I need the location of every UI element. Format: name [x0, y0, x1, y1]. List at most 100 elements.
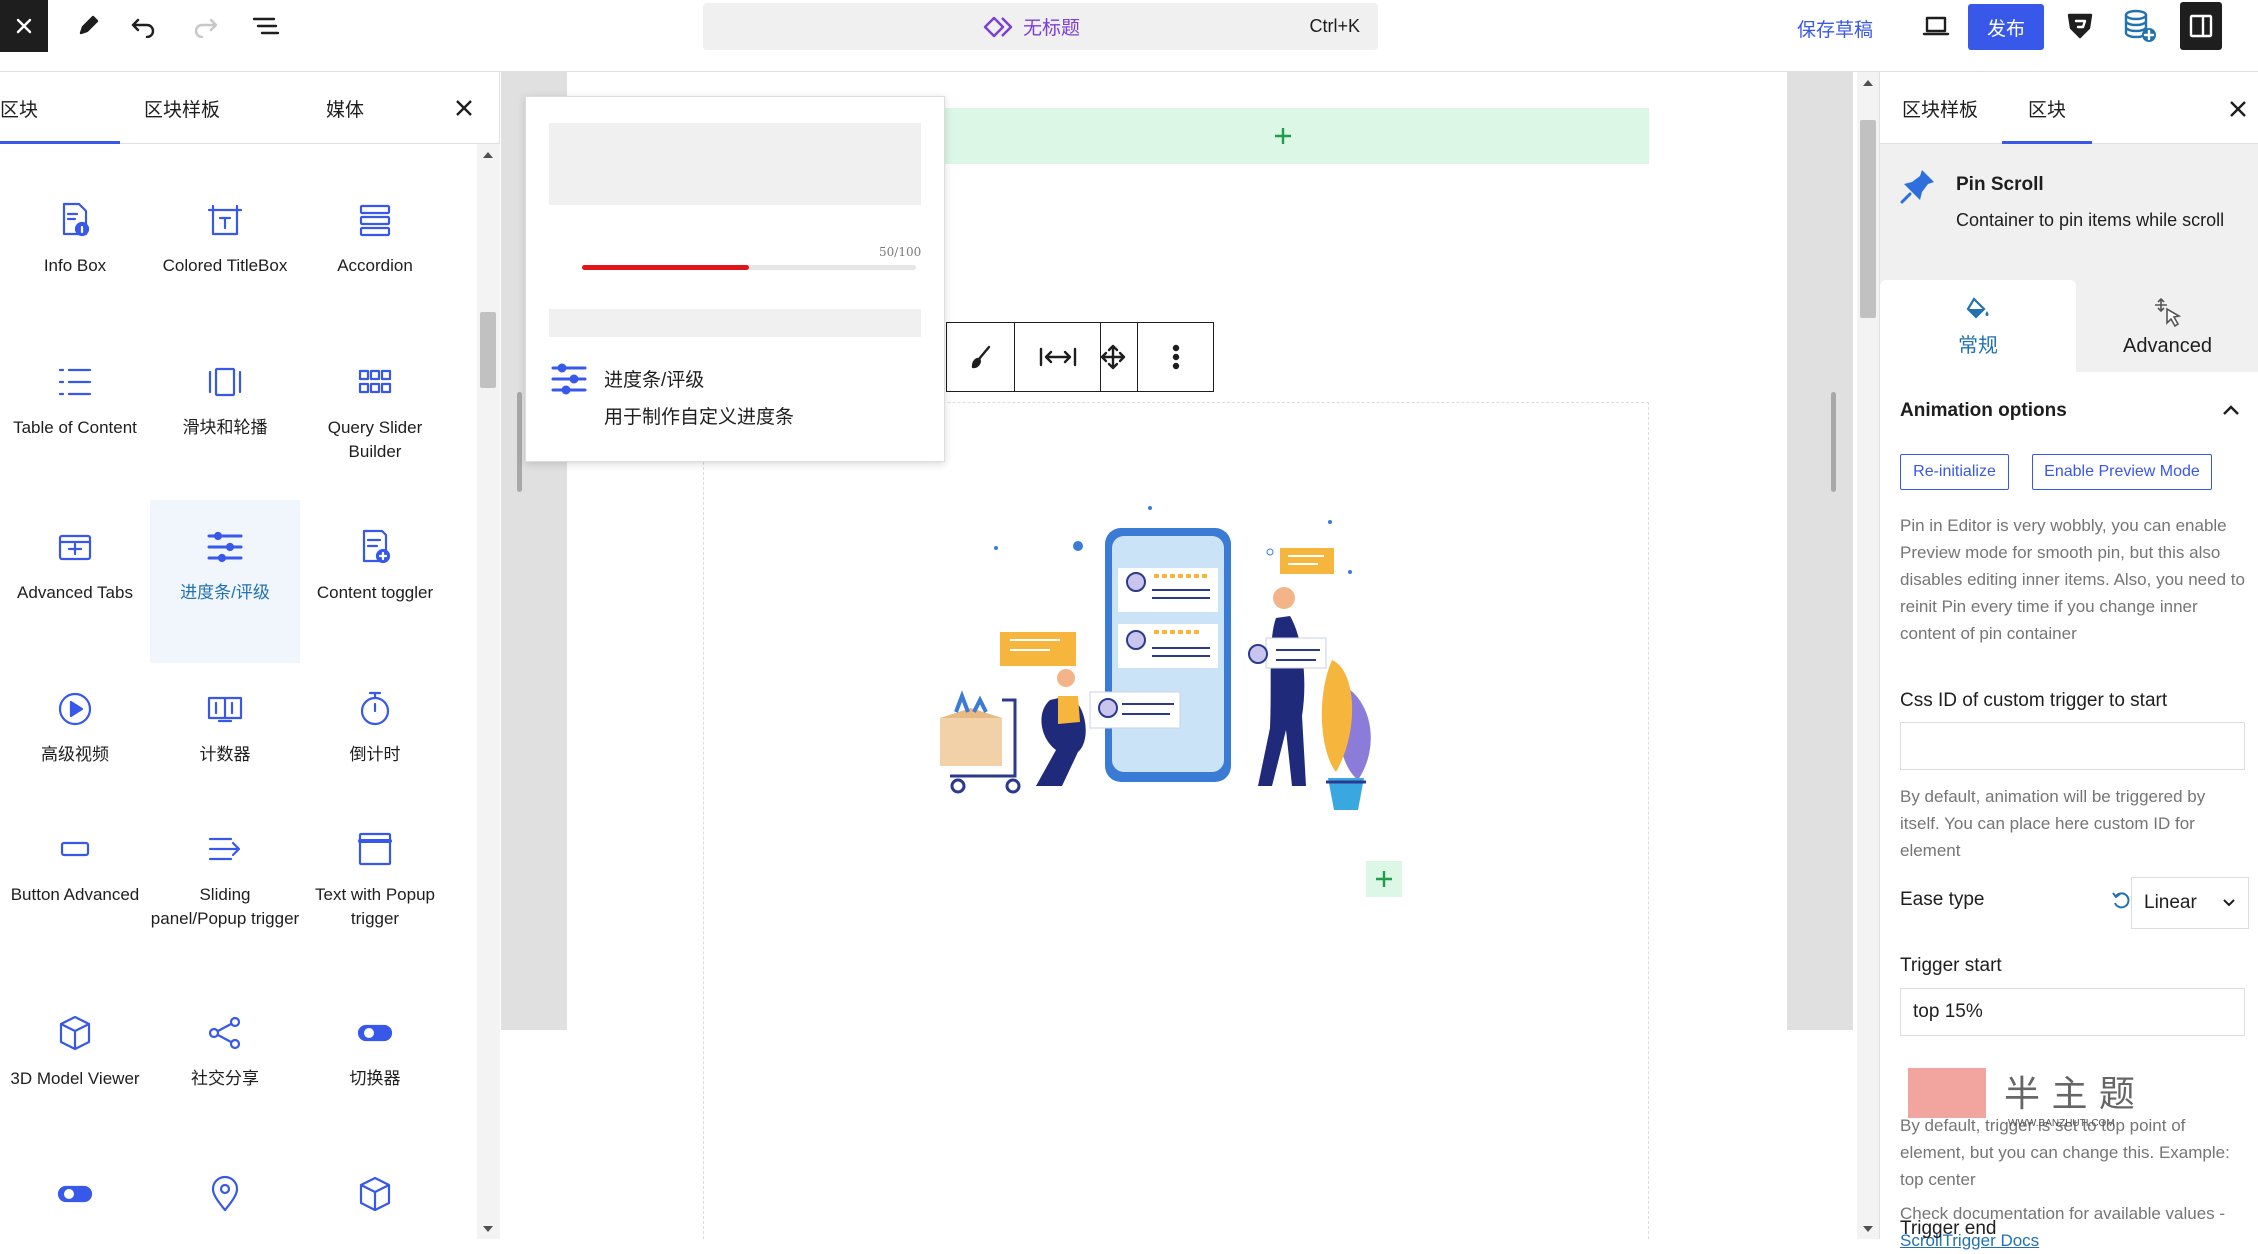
block-label: 进度条/评级: [180, 583, 270, 602]
block-label: 高级视频: [41, 745, 109, 764]
block-label: Text with Popup trigger: [314, 885, 435, 928]
pin-help-text: Pin in Editor is very wobbly, you can en…: [1900, 516, 2245, 643]
redo-button[interactable]: [183, 0, 227, 52]
tab-media[interactable]: 媒体: [326, 72, 364, 144]
watermark-text: WWW.BANZHUTI.COM: [2008, 1118, 2115, 1129]
list-view-icon: [252, 17, 280, 35]
cube-icon: [353, 1174, 397, 1218]
block-label: Accordion: [337, 256, 413, 275]
scrollbar-thumb[interactable]: [480, 312, 496, 388]
progress-label: 50/100: [879, 245, 922, 259]
block-label: Query Slider Builder: [327, 418, 423, 461]
tab-block[interactable]: 区块: [2028, 72, 2066, 144]
css-id-input[interactable]: [1900, 722, 2245, 770]
accordion-icon: [353, 200, 397, 244]
reinitialize-button[interactable]: Re-initialize: [1900, 454, 2009, 490]
block-sliding-panel[interactable]: Sliding panel/Popup trigger: [150, 829, 300, 931]
block-label: 3D Model Viewer: [10, 1069, 140, 1088]
document-title-wrap: 无标题: [983, 3, 1080, 50]
command-shortcut: Ctrl+K: [1309, 16, 1360, 36]
options-button[interactable]: [1137, 323, 1213, 391]
block-table-of-content[interactable]: Table of Content: [0, 362, 150, 440]
enable-preview-button[interactable]: Enable Preview Mode: [2032, 454, 2212, 490]
save-draft-button[interactable]: 保存草稿: [1797, 0, 1873, 56]
scroll-up-icon[interactable]: [1861, 78, 1875, 88]
block-social-share[interactable]: 社交分享: [150, 1013, 300, 1091]
progress-fill: [582, 265, 749, 270]
share-icon: [203, 1013, 247, 1057]
tab-blocks[interactable]: 区块: [0, 72, 38, 144]
block-label: 切换器: [349, 1069, 401, 1088]
block-info-box[interactable]: Info Box: [0, 200, 150, 278]
block-description: Container to pin items while scroll: [1956, 210, 2225, 230]
block-3d-model-viewer[interactable]: 3D Model Viewer: [0, 1013, 150, 1091]
timer-icon: [353, 689, 397, 733]
resize-handle-right[interactable]: [1831, 392, 1836, 492]
preview-button[interactable]: [1914, 0, 1958, 52]
styles-button[interactable]: [947, 323, 1015, 391]
database-plugin-button[interactable]: [2118, 0, 2162, 52]
tab-advanced[interactable]: Advanced: [2076, 280, 2258, 372]
ease-type-select[interactable]: Linear: [2131, 877, 2249, 929]
inserter-tabs: 区块 区块样板 媒体: [0, 72, 500, 144]
width-button[interactable]: [1015, 323, 1101, 391]
move-button[interactable]: [1093, 323, 1133, 391]
block-countdown[interactable]: 倒计时: [300, 689, 450, 767]
block-query-slider-builder[interactable]: Query Slider Builder: [300, 362, 450, 464]
scroll-up-icon[interactable]: [481, 150, 495, 160]
document-overview-button[interactable]: [244, 0, 288, 52]
sliding-panel-icon: [203, 829, 247, 873]
block-partial-cube[interactable]: [300, 1174, 450, 1228]
more-vertical-icon: [1172, 344, 1179, 370]
inner-add-block-appender[interactable]: [1366, 861, 1402, 897]
canvas-scrollbar-thumb[interactable]: [1860, 120, 1876, 318]
arrows-horizontal-icon: [1039, 347, 1076, 367]
block-colored-titlebox[interactable]: Colored TitleBox: [150, 200, 300, 278]
ease-type-value: Linear: [2144, 892, 2197, 913]
block-button-advanced[interactable]: Button Advanced: [0, 829, 150, 907]
section-title[interactable]: Animation options: [1900, 400, 2067, 422]
resize-handle-left[interactable]: [517, 392, 522, 492]
trigger-end-label: Trigger end: [1900, 1218, 1997, 1239]
block-advanced-tabs[interactable]: Advanced Tabs: [0, 527, 150, 605]
undo-button[interactable]: [122, 0, 166, 52]
plus-icon: [1275, 128, 1291, 144]
block-content-toggler[interactable]: Content toggler: [300, 527, 450, 605]
trigger-start-label: Trigger start: [1900, 955, 2002, 976]
block-progress-rating[interactable]: 进度条/评级: [150, 500, 300, 663]
cube-icon: [53, 1013, 97, 1057]
block-partial-map[interactable]: [150, 1174, 300, 1228]
settings-sidebar-toggle[interactable]: [2180, 2, 2222, 50]
tab-general[interactable]: 常规: [1880, 280, 2076, 372]
edit-tool-button[interactable]: [68, 0, 108, 52]
scroll-down-icon[interactable]: [481, 1224, 495, 1234]
block-toggle-switch[interactable]: 切换器: [300, 1013, 450, 1091]
scroll-down-icon[interactable]: [1861, 1224, 1875, 1234]
close-editor-button[interactable]: [0, 0, 48, 52]
table-of-content-icon: [53, 362, 97, 406]
tabs-icon: [53, 527, 97, 571]
brush-icon: [971, 345, 990, 369]
add-block-appender[interactable]: [917, 108, 1649, 164]
inserter-scrollbar[interactable]: [477, 144, 500, 1239]
publish-button[interactable]: 发布: [1968, 4, 2044, 50]
block-advanced-video[interactable]: 高级视频: [0, 689, 150, 767]
tab-patterns[interactable]: 区块样板: [144, 72, 220, 144]
trigger-start-input[interactable]: top 15%: [1900, 988, 2245, 1036]
block-counter[interactable]: 计数器: [150, 689, 300, 767]
block-partial-toggle[interactable]: [0, 1174, 150, 1228]
shield-plugin-button[interactable]: [2060, 0, 2100, 52]
chevron-up-icon[interactable]: [2220, 402, 2242, 418]
block-accordion[interactable]: Accordion: [300, 200, 450, 278]
tab-patterns[interactable]: 区块样板: [1902, 72, 1978, 144]
close-icon[interactable]: [2225, 96, 2251, 122]
close-icon[interactable]: [450, 94, 478, 122]
block-text-popup[interactable]: Text with Popup trigger: [300, 829, 450, 931]
redo-icon: [194, 18, 218, 38]
reset-icon[interactable]: [2111, 890, 2133, 912]
move-icon: [1100, 344, 1126, 370]
progress-icon: [203, 527, 247, 571]
block-slider[interactable]: 滑块和轮播: [150, 362, 300, 440]
block-title: Pin Scroll: [1956, 174, 2044, 195]
document-title-bar[interactable]: 无标题 Ctrl+K: [703, 3, 1378, 50]
